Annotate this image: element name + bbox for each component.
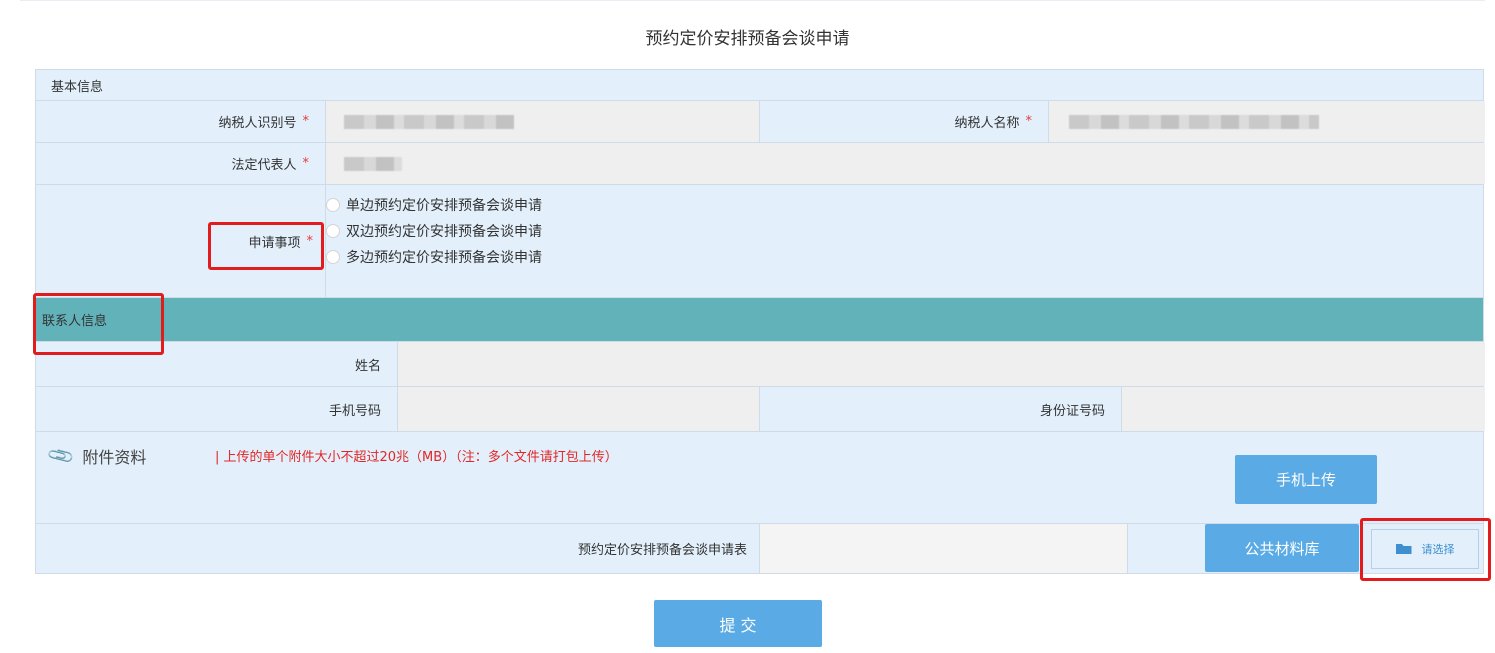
taxpayer-name-label: 纳税人名称 [954,116,1020,131]
file-label-cell: 预约定价安排预备会谈申请表 [36,524,760,573]
required-mark: * [1025,114,1033,129]
legal-rep-label-cell: 法定代表人 * [36,143,326,184]
option-unilateral[interactable]: 单边预约定价安排预备会谈申请 [326,192,542,218]
section-basic-info-label: 基本信息 [51,79,104,95]
id-number-label: 身份证号码 [1039,403,1105,419]
option-multilateral[interactable]: 多边预约定价安排预备会谈申请 [326,244,542,270]
folder-icon [1395,544,1412,554]
taxpayer-id-field[interactable] [326,101,760,142]
option-multilateral-label: 多边预约定价安排预备会谈申请 [346,250,542,266]
top-divider [20,0,1485,1]
contact-name-label: 姓名 [354,358,381,374]
option-unilateral-label: 单边预约定价安排预备会谈申请 [346,198,542,214]
redacted-taxpayer-name [1069,114,1319,129]
application-options: 单边预约定价安排预备会谈申请 双边预约定价安排预备会谈申请 多边预约定价安排预备… [326,192,542,270]
public-library-button[interactable]: 公共材料库 [1205,524,1359,572]
section-basic-info: 基本信息 [35,69,1484,101]
option-bilateral-label: 双边预约定价安排预备会谈申请 [346,224,542,240]
attachment-title-label: 附件资料 [82,448,147,467]
radio-button[interactable] [326,250,340,264]
attachment-note: | 上传的单个附件大小不超过20兆（MB）（注：多个文件请打包上传） [215,450,618,465]
redacted-legal-rep [344,156,402,171]
file-field[interactable] [760,524,1128,573]
contact-name-field[interactable] [398,342,1485,386]
phone-label-cell: 手机号码 [36,387,398,431]
attachment-title: 📎 附件资料 [46,441,147,471]
phone-label: 手机号码 [328,403,381,419]
id-number-label-cell: 身份证号码 [760,387,1122,431]
row-contact-name: 姓名 [35,342,1485,387]
application-label: 申请事项 [248,235,301,251]
contact-name-label-cell: 姓名 [36,342,398,386]
taxpayer-name-label-cell: 纳税人名称 * [760,101,1049,142]
row-application: 申请事项 * 单边预约定价安排预备会谈申请 双边预约定价安排预备会谈申请 多边预约… [35,185,1484,298]
redacted-taxpayer-id [344,114,514,129]
section-contact-info-label: 联系人信息 [42,314,108,329]
id-number-field[interactable] [1122,387,1485,431]
legal-rep-field[interactable] [326,143,1485,184]
submit-button[interactable]: 提 交 [654,600,822,647]
row-taxpayer: 纳税人识别号 * 纳税人名称 * [35,101,1485,143]
section-contact-info: 联系人信息 [35,298,1484,342]
option-bilateral[interactable]: 双边预约定价安排预备会谈申请 [326,218,542,244]
paperclip-icon: 📎 [46,440,77,472]
required-mark: * [302,114,310,129]
taxpayer-id-label-cell: 纳税人识别号 * [36,101,326,142]
page-title: 预约定价安排预备会谈申请 [645,29,850,49]
row-contact-phone-id: 手机号码 身份证号码 [35,387,1485,432]
taxpayer-name-field[interactable] [1049,101,1485,142]
row-attachment-file: 预约定价安排预备会谈申请表 公共材料库 请选择 [35,524,1484,574]
section-attachments: | 上传的单个附件大小不超过20兆（MB）（注：多个文件请打包上传） 📎 附件资… [35,432,1484,524]
legal-rep-label: 法定代表人 [231,158,297,173]
file-label: 预约定价安排预备会谈申请表 [577,543,747,558]
radio-button[interactable] [326,224,340,238]
radio-button[interactable] [326,198,340,212]
choose-file-label: 请选择 [1421,543,1455,556]
row-legal-rep: 法定代表人 * [35,143,1485,185]
required-mark: * [306,233,314,249]
taxpayer-id-label: 纳税人识别号 [218,116,297,131]
required-mark: * [302,156,310,171]
application-label-cell: 申请事项 * [36,185,326,297]
choose-file-button[interactable]: 请选择 [1371,529,1479,569]
phone-field[interactable] [398,387,760,431]
mobile-upload-button[interactable]: 手机上传 [1235,455,1377,504]
